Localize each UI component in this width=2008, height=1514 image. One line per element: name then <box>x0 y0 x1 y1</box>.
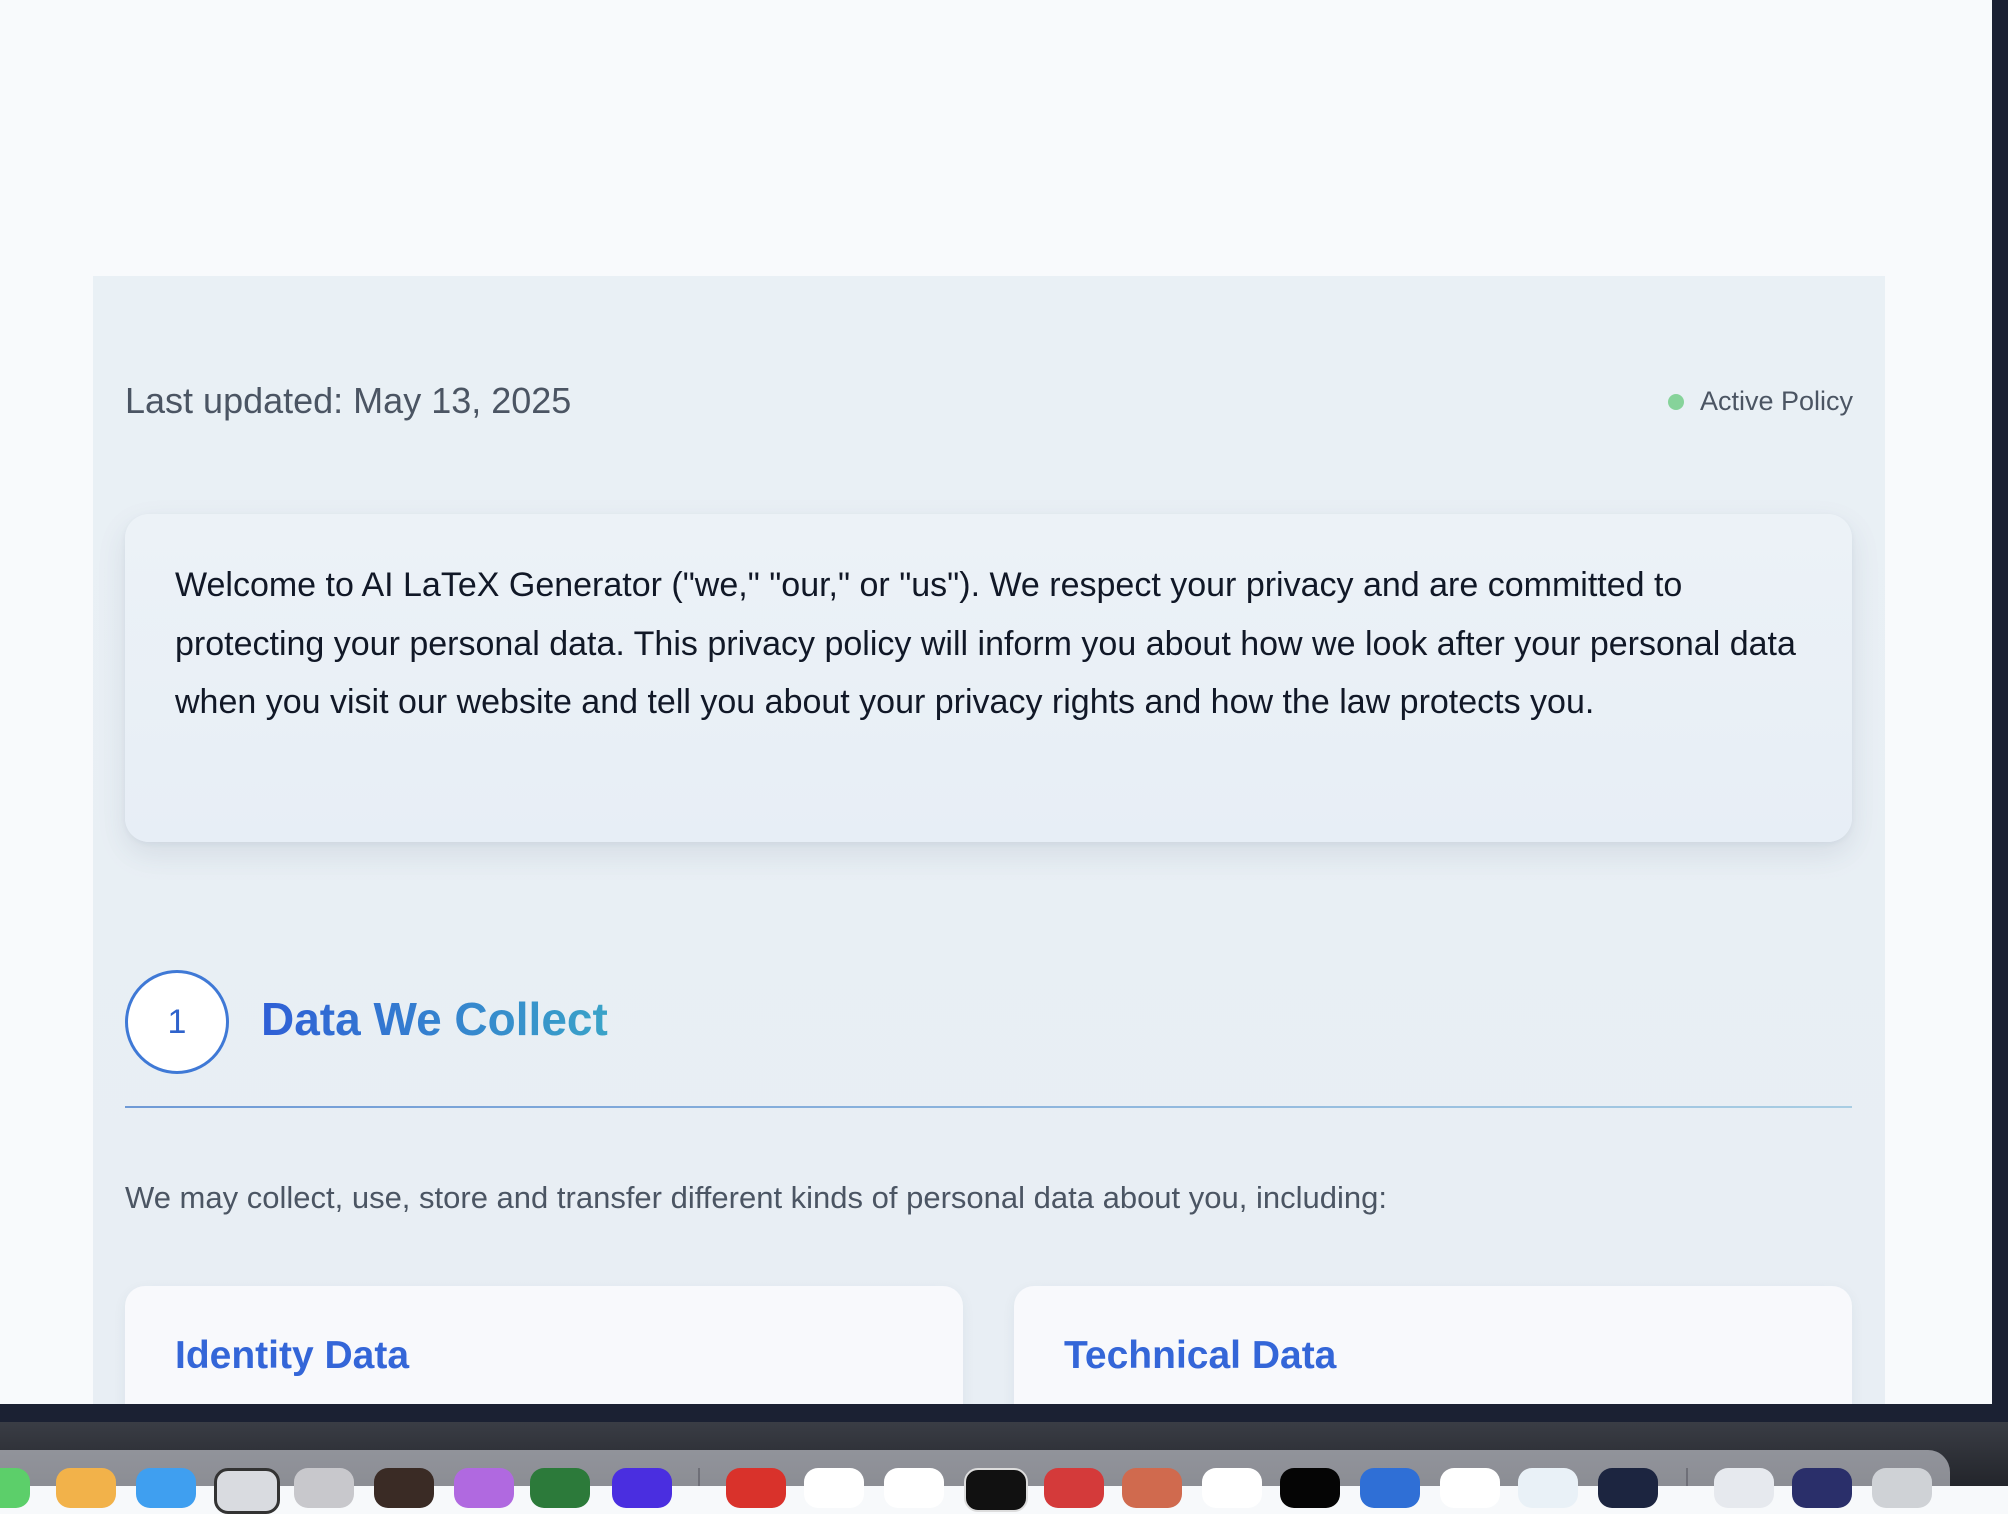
app-red-2-icon[interactable] <box>1044 1468 1104 1508</box>
game-app-icon[interactable] <box>530 1468 590 1508</box>
section-description: We may collect, use, store and transfer … <box>125 1180 1387 1215</box>
app-light-icon[interactable] <box>1518 1468 1578 1508</box>
intro-card: Welcome to AI LaTeX Generator ("we," "ou… <box>125 514 1852 842</box>
window-frame-right <box>1992 0 2008 1420</box>
app-red-icon[interactable] <box>726 1468 786 1508</box>
chatgpt-app-icon[interactable] <box>214 1468 280 1514</box>
pages-app-icon[interactable] <box>56 1468 116 1508</box>
browser-window: Last updated: May 13, 2025 Active Policy… <box>0 0 1992 1404</box>
document-icon[interactable] <box>1714 1468 1774 1508</box>
terminal-app-icon[interactable] <box>964 1468 1028 1512</box>
identity-data-card: Identity Data <box>125 1286 963 1404</box>
openai-app-icon[interactable] <box>884 1468 944 1508</box>
intro-text: Welcome to AI LaTeX Generator ("we," "ou… <box>175 566 1796 721</box>
section-header-data-we-collect: 1 Data We Collect <box>125 970 1852 1074</box>
section-divider <box>125 1106 1852 1108</box>
launcher-app-icon[interactable] <box>612 1468 672 1508</box>
app-black-icon[interactable] <box>1280 1468 1340 1508</box>
card-title: Technical Data <box>1064 1334 1337 1377</box>
contacts-app-icon[interactable] <box>294 1468 354 1508</box>
section-title: Data We Collect <box>261 993 608 1045</box>
dock-separator <box>1686 1468 1688 1486</box>
app-white-icon[interactable] <box>1440 1468 1500 1508</box>
policy-meta-row: Last updated: May 13, 2025 Active Policy <box>125 376 1853 421</box>
status-badge: Active Policy <box>1667 386 1853 417</box>
technical-data-card: Technical Data <box>1014 1286 1852 1404</box>
app-store-icon[interactable] <box>136 1468 196 1508</box>
window-frame-bottom <box>0 1404 2008 1422</box>
last-updated-date: Last updated: May 13, 2025 <box>125 380 572 421</box>
folder-stack-icon[interactable] <box>1792 1468 1852 1508</box>
podcasts-app-icon[interactable] <box>454 1468 514 1508</box>
privacy-policy-content: Last updated: May 13, 2025 Active Policy… <box>93 276 1885 1404</box>
status-label: Active Policy <box>1699 386 1853 416</box>
messages-app-icon[interactable] <box>0 1468 30 1508</box>
card-title: Identity Data <box>175 1334 410 1377</box>
dock-separator <box>698 1468 700 1486</box>
slack-app-icon[interactable] <box>1202 1468 1262 1508</box>
section-number-badge: 1 <box>125 970 229 1074</box>
claude-app-icon[interactable] <box>1122 1468 1182 1508</box>
books-app-icon[interactable] <box>374 1468 434 1508</box>
notes-app-icon[interactable] <box>804 1468 864 1508</box>
trash-icon[interactable] <box>1872 1468 1932 1508</box>
status-dot-icon <box>1667 393 1684 410</box>
finder-app-icon[interactable] <box>1360 1468 1420 1508</box>
app-dark-icon[interactable] <box>1598 1468 1658 1508</box>
